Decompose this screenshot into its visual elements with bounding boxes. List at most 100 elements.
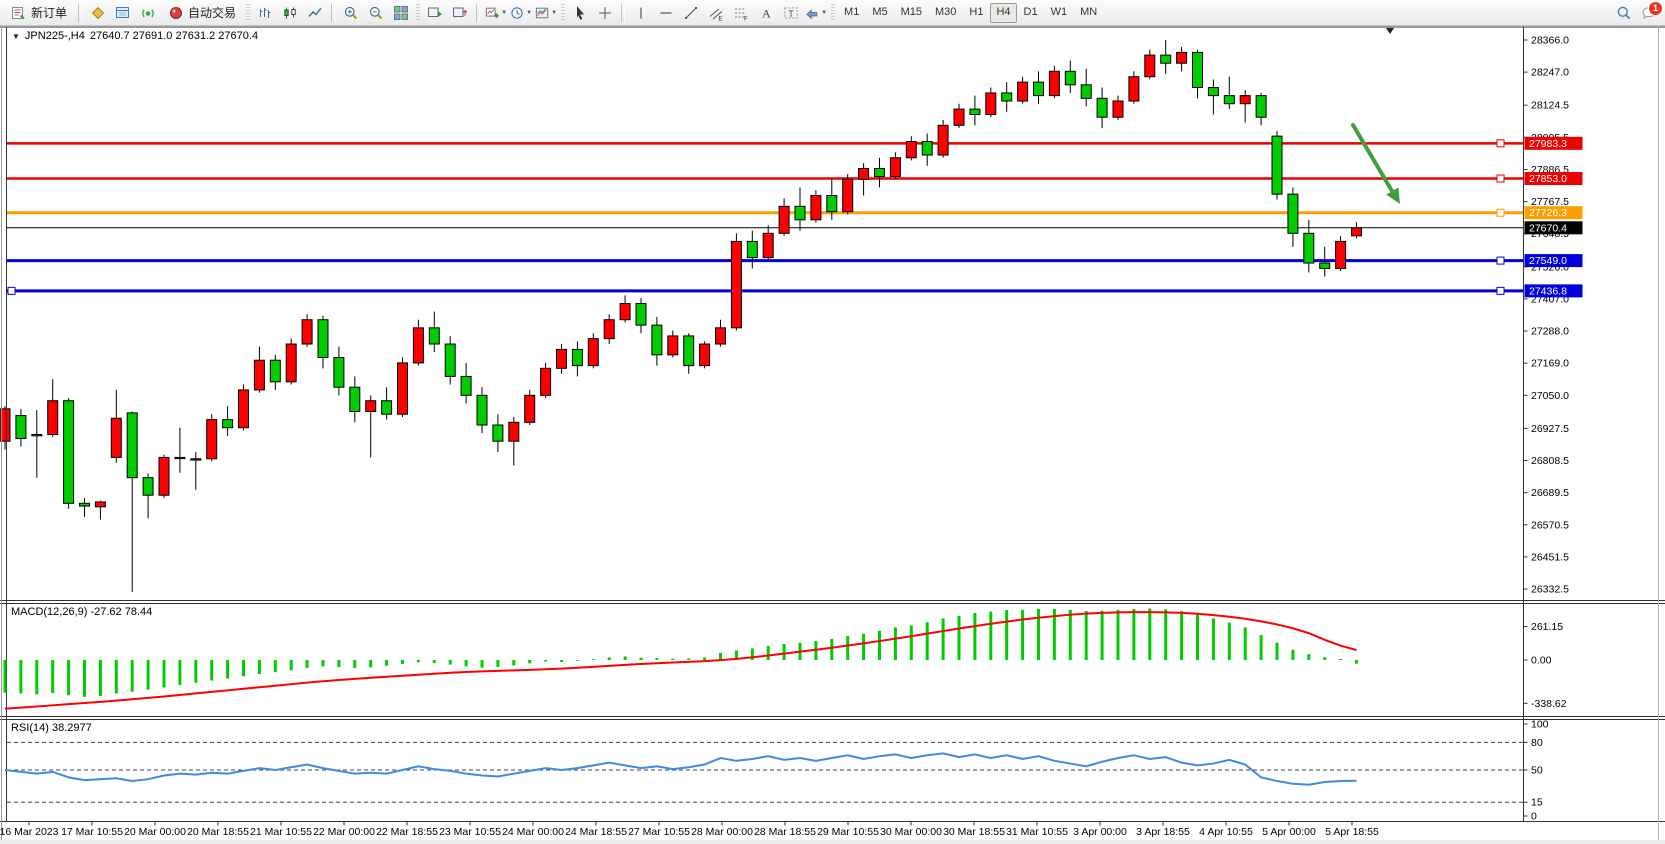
dropdown-arrow-icon[interactable]: ▼ <box>501 10 507 16</box>
new-order-button[interactable]: 新订单 <box>4 2 74 24</box>
tile-windows-button[interactable] <box>389 2 413 24</box>
candle-body <box>111 418 121 457</box>
date-tick-label: 21 Mar 10:55 <box>250 826 312 838</box>
dropdown-arrow-icon[interactable]: ▼ <box>526 10 532 16</box>
chart-dropdown-icon[interactable]: ▼ <box>12 32 20 41</box>
trendline-icon <box>683 5 699 21</box>
price-tick-label: 27169.0 <box>1531 358 1569 370</box>
fibonacci-button[interactable]: F <box>729 2 753 24</box>
zoom-in-button[interactable] <box>339 2 363 24</box>
candle-body <box>843 179 853 211</box>
auto-trading-button[interactable]: 自动交易 <box>161 2 243 24</box>
date-tick-label: 4 Apr 10:55 <box>1199 826 1253 838</box>
candle-body <box>827 196 837 212</box>
line-handle[interactable] <box>1497 257 1504 264</box>
templates-button[interactable]: ▼ <box>534 2 558 24</box>
candle-body <box>588 339 598 366</box>
horizontal-line-button[interactable] <box>654 2 678 24</box>
candle-body <box>1304 233 1314 263</box>
candle-body <box>954 109 964 125</box>
toolbar-grip <box>831 4 835 22</box>
price-chart[interactable]: 28366.028247.028124.528005.527886.527767… <box>0 0 1665 844</box>
candle-body <box>1224 96 1234 104</box>
timeframe-button-d1[interactable]: D1 <box>1018 3 1044 23</box>
candle-body <box>302 320 312 344</box>
bar-chart-icon <box>257 5 273 21</box>
cursor-button[interactable] <box>568 2 592 24</box>
candle-body <box>366 401 376 412</box>
candle-body <box>95 502 105 507</box>
price-tick-label: 28247.0 <box>1531 67 1569 79</box>
svg-text:E: E <box>719 16 723 21</box>
timeframe-button-mn[interactable]: MN <box>1074 3 1103 23</box>
price-tick-label: 27050.0 <box>1531 390 1569 402</box>
vertical-line-icon <box>633 5 649 21</box>
trendline-button[interactable] <box>679 2 703 24</box>
periods-button[interactable]: ▼ <box>509 2 533 24</box>
candle-body <box>875 169 885 177</box>
line-handle[interactable] <box>1497 287 1504 294</box>
timeframe-button-m15[interactable]: M15 <box>895 3 928 23</box>
channel-icon: E <box>708 5 724 21</box>
candle-body <box>1129 77 1139 101</box>
candle-body <box>127 413 137 478</box>
timeframe-button-w1[interactable]: W1 <box>1045 3 1074 23</box>
new-chart-button[interactable]: ▼ <box>484 2 508 24</box>
toolbar-separator <box>331 4 335 22</box>
market-watch-button[interactable] <box>111 2 135 24</box>
date-tick-label: 28 Mar 18:55 <box>754 826 816 838</box>
channel-button[interactable]: E <box>704 2 728 24</box>
text-label-button[interactable]: T <box>779 2 803 24</box>
candle-body <box>684 336 694 366</box>
vertical-line-button[interactable] <box>629 2 653 24</box>
timeframe-button-m30[interactable]: M30 <box>929 3 962 23</box>
candle-body <box>1288 194 1298 233</box>
notification-badge: 1 <box>1648 1 1663 16</box>
candle-body <box>413 328 423 363</box>
candle-body <box>1256 96 1266 118</box>
auto-arrange-button[interactable] <box>448 2 472 24</box>
rsi-tick-label: 50 <box>1531 765 1543 777</box>
zoom-out-button[interactable] <box>364 2 388 24</box>
arrows-button[interactable]: ▼ <box>804 2 828 24</box>
date-tick-label: 5 Apr 18:55 <box>1325 826 1379 838</box>
search-button[interactable] <box>1612 2 1636 24</box>
horizontal-line-icon <box>658 5 674 21</box>
candle-body <box>207 420 217 459</box>
date-tick-label: 17 Mar 10:55 <box>61 826 123 838</box>
price-tick-label: 27288.0 <box>1531 326 1569 338</box>
price-tag-label: 27436.8 <box>1529 285 1567 297</box>
line-chart-button[interactable] <box>303 2 327 24</box>
date-tick-label: 22 Mar 18:55 <box>376 826 438 838</box>
candle-body <box>1002 93 1012 101</box>
candle-body <box>1161 55 1171 63</box>
cursor-icon <box>572 5 588 21</box>
line-handle[interactable] <box>1497 209 1504 216</box>
notifications-button[interactable]: 1 <box>1637 2 1661 24</box>
gold-button[interactable] <box>86 2 110 24</box>
date-tick-label: 5 Apr 00:00 <box>1262 826 1316 838</box>
text-label-icon: T <box>783 5 799 21</box>
dropdown-arrow-icon[interactable]: ▼ <box>821 10 827 16</box>
date-tick-label: 27 Mar 10:55 <box>628 826 690 838</box>
timeframe-button-h1[interactable]: H1 <box>963 3 989 23</box>
candlestick-button[interactable] <box>278 2 302 24</box>
line-handle[interactable] <box>1497 140 1504 147</box>
candle-body <box>1320 263 1330 268</box>
arrange-charts-button[interactable] <box>423 2 447 24</box>
toolbar-separator <box>621 4 625 22</box>
timeframe-button-h4[interactable]: H4 <box>990 3 1016 23</box>
signals-button[interactable] <box>136 2 160 24</box>
text-button[interactable]: A <box>754 2 778 24</box>
dropdown-arrow-icon[interactable]: ▼ <box>551 10 557 16</box>
candle-body <box>493 425 503 441</box>
price-tag-label: 27853.0 <box>1529 173 1567 185</box>
line-handle[interactable] <box>1497 175 1504 182</box>
timeframe-button-m1[interactable]: M1 <box>838 3 865 23</box>
price-tick-label: 26808.5 <box>1531 455 1569 467</box>
line-handle[interactable] <box>8 287 15 294</box>
timeframe-button-m5[interactable]: M5 <box>866 3 893 23</box>
crosshair-button[interactable] <box>593 2 617 24</box>
bar-chart-button[interactable] <box>253 2 277 24</box>
candle-body <box>763 233 773 257</box>
